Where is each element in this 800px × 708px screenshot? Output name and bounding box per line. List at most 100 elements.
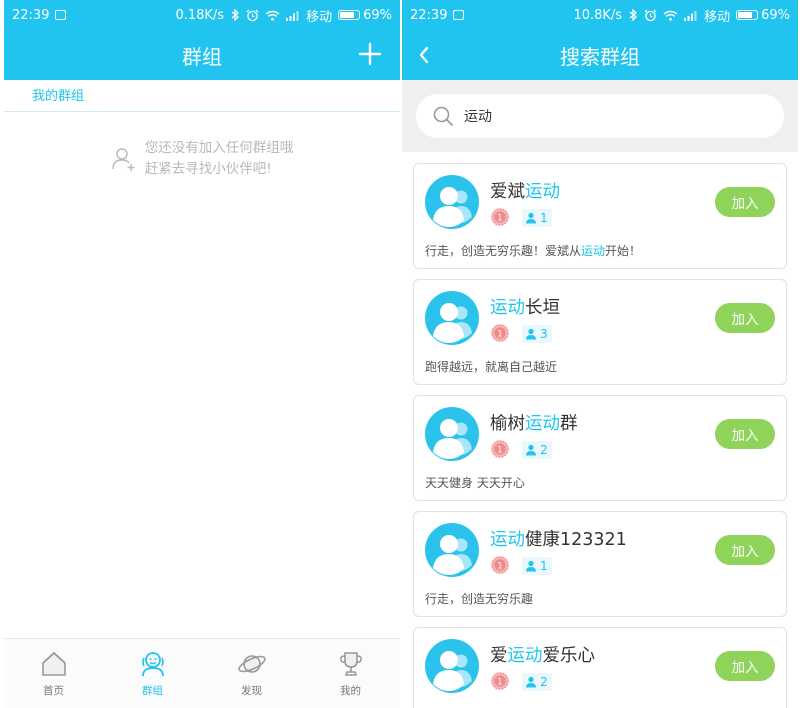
join-button[interactable]: 加入 xyxy=(715,303,775,333)
add-friend-icon xyxy=(112,148,135,171)
level-value: 1 xyxy=(497,561,502,571)
battery-icon xyxy=(338,10,363,20)
group-description-highlight: 运动 xyxy=(581,244,606,258)
carrier-label: 移动 xyxy=(704,9,731,25)
member-count: 2 xyxy=(540,443,548,457)
member-count-badge: 1 xyxy=(522,209,552,227)
join-button[interactable]: 加入 xyxy=(715,187,775,217)
group-name-text: 长垣 xyxy=(525,298,560,318)
back-arrow-icon[interactable] xyxy=(416,43,432,67)
group-name-highlight: 运动 xyxy=(490,298,525,318)
group-name-text: 健康123321 xyxy=(525,530,627,550)
status-bar: 22:39 10.8K/s 移动 69% xyxy=(402,0,798,30)
join-button[interactable]: 加入 xyxy=(715,651,775,681)
empty-state: 您还没有加入任何群组哦 赶紧去寻找小伙伴吧! xyxy=(4,138,400,180)
person-icon xyxy=(526,212,536,224)
level-badge-icon: 1 xyxy=(491,324,509,342)
sim-icon xyxy=(453,10,465,20)
home-icon xyxy=(41,651,66,676)
carrier-label: 移动 xyxy=(306,9,333,25)
tab-mine-label: 我的 xyxy=(340,685,361,697)
group-avatar-icon xyxy=(425,407,479,461)
tab-mine[interactable]: 我的 xyxy=(301,639,400,708)
status-time: 22:39 xyxy=(410,7,448,23)
status-bar: 22:39 0.18K/s 移动 69% xyxy=(4,0,400,30)
network-speed: 10.8K/s xyxy=(573,7,623,23)
group-description-text: 开始！ xyxy=(605,244,642,258)
planet-icon xyxy=(237,655,266,673)
search-bar-area xyxy=(402,80,798,152)
group-name-highlight: 运动 xyxy=(490,530,525,550)
group-avatar-icon xyxy=(425,291,479,345)
level-badge-icon: 1 xyxy=(491,672,509,690)
wifi-icon xyxy=(663,10,678,21)
join-button[interactable]: 加入 xyxy=(715,535,775,565)
group-description-text: 跑得越远，就离自己越近 xyxy=(425,360,558,374)
search-groups-screen: 22:39 10.8K/s 移动 69% 搜索群组 运动 爱斌运动 1 1 加入… xyxy=(402,0,798,708)
level-value: 1 xyxy=(497,213,502,223)
group-description-text: 行走，创造无穷乐趣！爱斌从 xyxy=(425,244,582,258)
tab-groups-label: 群组 xyxy=(142,685,163,697)
group-name: 运动健康123321 xyxy=(490,526,627,551)
group-result-card[interactable]: 爱斌运动 1 1 加入 行走，创造无穷乐趣！爱斌从运动开始！ xyxy=(413,163,787,269)
level-badge-icon: 1 xyxy=(491,208,509,226)
battery-percent: 69% xyxy=(363,7,392,23)
group-result-card[interactable]: 运动长垣 1 3 加入 跑得越远，就离自己越近 xyxy=(413,279,787,385)
group-icon xyxy=(141,652,164,677)
tab-groups[interactable]: 群组 xyxy=(103,639,202,708)
group-name: 运动长垣 xyxy=(490,294,560,319)
page-title: 群组 xyxy=(182,44,222,69)
join-button[interactable]: 加入 xyxy=(715,419,775,449)
search-input[interactable] xyxy=(464,108,744,124)
group-name-text: 榆树 xyxy=(490,414,525,434)
group-name-highlight: 运动 xyxy=(507,646,543,666)
group-result-card[interactable]: 运动健康123321 1 1 加入 行走，创造无穷乐趣 xyxy=(413,511,787,617)
add-group-icon[interactable] xyxy=(356,40,384,68)
header: 群组 xyxy=(4,30,400,80)
level-value: 1 xyxy=(497,329,502,339)
group-name-highlight: 运动 xyxy=(525,182,560,202)
person-icon xyxy=(526,560,536,572)
member-count-badge: 2 xyxy=(522,673,552,691)
signal-icon xyxy=(286,10,300,21)
group-name: 爱运动爱乐心 xyxy=(490,642,595,667)
group-result-card[interactable]: 榆树运动群 1 2 加入 天天健身 天天开心 xyxy=(413,395,787,501)
group-avatar-icon xyxy=(425,639,479,693)
tab-home[interactable]: 首页 xyxy=(4,639,103,708)
group-description: 行走，创造无穷乐趣！爱斌从运动开始！ xyxy=(425,242,641,259)
group-name: 榆树运动群 xyxy=(490,410,578,435)
tab-discover-label: 发现 xyxy=(241,685,262,697)
group-name-text: 群 xyxy=(560,414,578,434)
member-count-badge: 1 xyxy=(522,557,552,575)
network-speed: 0.18K/s xyxy=(175,7,225,23)
header: 搜索群组 xyxy=(402,30,798,80)
search-box[interactable] xyxy=(416,94,784,138)
group-name: 爱斌运动 xyxy=(490,178,560,203)
groups-screen: 22:39 0.18K/s 移动 69% 群组 我的 群组 您还没有加入任何群组哦… xyxy=(4,0,400,708)
group-avatar-icon xyxy=(425,175,479,229)
group-result-card[interactable]: 爱运动爱乐心 1 2 加入 xyxy=(413,627,787,708)
person-icon xyxy=(526,328,536,340)
empty-state-line2: 赶紧去寻找小伙伴吧! xyxy=(144,161,272,177)
tab-discover[interactable]: 发现 xyxy=(202,639,301,708)
wifi-icon xyxy=(265,10,280,21)
group-name-text: 爱乐心 xyxy=(542,646,596,666)
member-count: 2 xyxy=(540,675,548,689)
battery-icon xyxy=(736,10,761,20)
sim-icon xyxy=(55,10,67,20)
group-name-text: 爱斌 xyxy=(490,182,525,202)
member-count-badge: 3 xyxy=(522,325,552,343)
member-count-badge: 2 xyxy=(522,441,552,459)
member-count: 1 xyxy=(540,211,548,225)
signal-icon xyxy=(684,10,698,21)
person-icon xyxy=(526,676,536,688)
level-value: 1 xyxy=(497,445,502,455)
search-results-list: 爱斌运动 1 1 加入 行走，创造无穷乐趣！爱斌从运动开始！ 运动长垣 1 3 … xyxy=(402,152,798,708)
search-icon xyxy=(433,106,453,126)
trophy-icon xyxy=(339,652,362,676)
empty-state-line1: 您还没有加入任何群组哦 xyxy=(144,140,294,156)
tab-home-label: 首页 xyxy=(43,685,64,697)
status-time: 22:39 xyxy=(12,7,50,23)
group-description-text: 行走，创造无穷乐趣 xyxy=(425,592,534,606)
page-title: 搜索群组 xyxy=(560,44,640,69)
